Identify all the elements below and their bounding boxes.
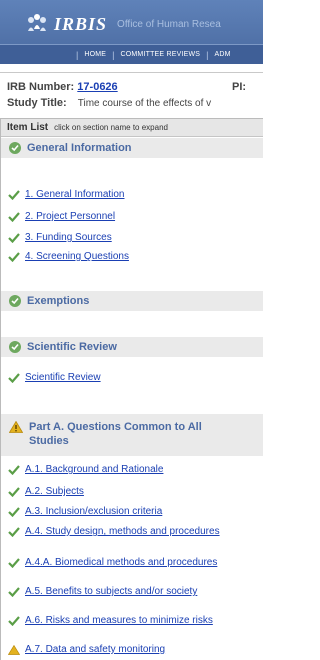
- nav-adm[interactable]: ADM: [214, 51, 230, 58]
- section-title: Part A. Questions Common to All Studies: [29, 421, 202, 447]
- green-check-icon: [8, 527, 20, 537]
- logo-text: IRBIS: [54, 13, 108, 34]
- item-link-a1[interactable]: A.1. Background and Rationale: [25, 464, 225, 475]
- item-link-a5[interactable]: A.5. Benefits to subjects and/or society: [25, 586, 225, 597]
- section-title: Exemptions: [27, 295, 90, 307]
- item-link-a7[interactable]: A.7. Data and safety monitoring: [25, 644, 225, 655]
- complete-check-icon: [9, 341, 21, 353]
- item-link-general-information[interactable]: 1. General Information: [25, 189, 225, 200]
- item-list-title: Item List: [7, 122, 49, 133]
- study-info: IRB Number: 17-0626 PI: Study Title: Tim…: [0, 72, 263, 112]
- irb-number-label: IRB Number:: [7, 81, 75, 93]
- irb-number-link[interactable]: 17-0626: [77, 81, 117, 93]
- list-item: 2. Project Personnel: [8, 211, 225, 222]
- section-scientific-review[interactable]: Scientific Review: [1, 337, 263, 357]
- warning-icon: [8, 645, 20, 655]
- list-item: A.4.A. Biomedical methods and procedures: [8, 557, 225, 568]
- item-link-a4[interactable]: A.4. Study design, methods and procedure…: [25, 526, 225, 537]
- list-item: 1. General Information: [8, 189, 225, 200]
- nav-committee-reviews[interactable]: COMMITTEE REVIEWS: [121, 51, 201, 58]
- section-part-a[interactable]: Part A. Questions Common to All Studies: [1, 414, 263, 456]
- study-title-row: Study Title: Time course of the effects …: [7, 97, 211, 109]
- list-item: A.5. Benefits to subjects and/or society: [8, 586, 225, 597]
- green-check-icon: [8, 487, 20, 497]
- green-check-icon: [8, 190, 20, 200]
- study-title-label: Study Title:: [7, 97, 67, 109]
- irb-number-row: IRB Number: 17-0626: [7, 81, 118, 93]
- item-link-a6[interactable]: A.6. Risks and measures to minimize risk…: [25, 615, 225, 626]
- green-check-icon: [8, 373, 20, 383]
- green-check-icon: [8, 252, 20, 262]
- logo-subtitle: Office of Human Resea: [117, 18, 221, 30]
- list-item: 3. Funding Sources: [8, 232, 225, 243]
- list-item: A.2. Subjects: [8, 486, 225, 497]
- list-item: 4. Screening Questions: [8, 251, 225, 262]
- list-item: Scientific Review: [8, 372, 225, 383]
- section-title: Scientific Review: [27, 341, 117, 353]
- section-title: General Information: [27, 142, 132, 154]
- green-check-icon: [8, 465, 20, 475]
- nav-home[interactable]: HOME: [84, 51, 106, 58]
- people-logo-icon: [28, 14, 46, 31]
- section-exemptions[interactable]: Exemptions: [1, 291, 263, 311]
- list-item: A.7. Data and safety monitoring: [8, 644, 225, 655]
- item-link-scientific-review[interactable]: Scientific Review: [25, 372, 225, 383]
- green-check-icon: [8, 587, 20, 597]
- header-banner: IRBIS Office of Human Resea | HOME | COM…: [0, 0, 263, 64]
- item-link-a3[interactable]: A.3. Inclusion/exclusion criteria: [25, 506, 225, 517]
- green-check-icon: [8, 616, 20, 626]
- pi-label: PI:: [232, 81, 247, 93]
- item-link-screening-questions[interactable]: 4. Screening Questions: [25, 251, 225, 262]
- complete-check-icon: [9, 295, 21, 307]
- item-link-a2[interactable]: A.2. Subjects: [25, 486, 225, 497]
- complete-check-icon: [9, 142, 21, 154]
- list-item: A.6. Risks and measures to minimize risk…: [8, 615, 225, 626]
- item-link-funding-sources[interactable]: 3. Funding Sources: [25, 232, 225, 243]
- list-item: A.3. Inclusion/exclusion criteria: [8, 506, 225, 517]
- warning-icon: [9, 421, 23, 433]
- green-check-icon: [8, 507, 20, 517]
- list-item: A.1. Background and Rationale: [8, 464, 225, 475]
- section-general-information[interactable]: General Information: [1, 138, 263, 158]
- item-list-header: Item List click on section name to expan…: [1, 119, 263, 137]
- green-check-icon: [8, 212, 20, 222]
- study-title-value: Time course of the effects of v: [77, 98, 212, 109]
- top-nav: | HOME | COMMITTEE REVIEWS | ADM: [0, 44, 263, 64]
- list-item: A.4. Study design, methods and procedure…: [8, 526, 225, 537]
- item-link-a4a[interactable]: A.4.A. Biomedical methods and procedures: [25, 557, 225, 568]
- green-check-icon: [8, 558, 20, 568]
- green-check-icon: [8, 233, 20, 243]
- logo[interactable]: IRBIS Office of Human Resea: [26, 12, 221, 36]
- item-link-project-personnel[interactable]: 2. Project Personnel: [25, 211, 225, 222]
- item-list-hint: click on section name to expand: [54, 123, 168, 132]
